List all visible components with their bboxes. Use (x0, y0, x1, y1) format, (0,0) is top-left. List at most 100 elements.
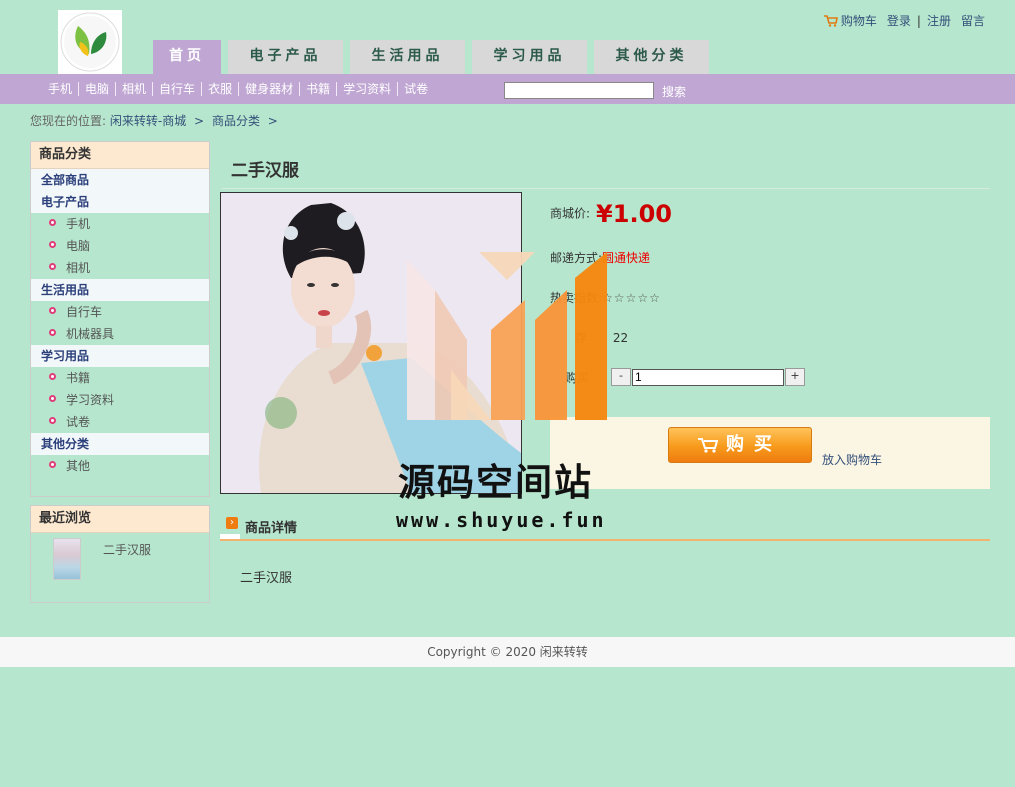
quantity-minus-button[interactable]: - (611, 368, 632, 386)
stock-row: 存 22 (575, 329, 628, 346)
tab-home[interactable]: 首页 (153, 40, 221, 74)
category-link[interactable]: 手机 (42, 82, 80, 96)
arrow-right-icon: › (226, 517, 238, 529)
sidebar-group-daily-goods[interactable]: 生活用品 (31, 279, 209, 301)
hot-row: 热卖指数:☆☆☆☆☆ (550, 289, 661, 306)
sidebar-item-label: 学习资料 (66, 393, 115, 407)
detail-title: 商品详情 (245, 521, 298, 536)
sidebar-item-label: 试卷 (66, 415, 91, 429)
breadcrumb: 您现在的位置: 闲来转转-商城 > 商品分类 > (30, 112, 282, 129)
quantity-label: 购买 (565, 370, 590, 385)
category-bar: 手机 电脑 相机 自行车 衣服 健身器材 书籍 学习资料 试卷 搜索 (0, 74, 1015, 104)
breadcrumb-link-home[interactable]: 闲来转转-商城 (110, 114, 186, 128)
top-links: 购物车 登录 | 注册 留言 (823, 12, 985, 29)
shipping-row: 邮递方式:圆通快递 (550, 249, 650, 266)
login-link[interactable]: 登录 (887, 12, 911, 29)
shipping-label: 邮递方式: (550, 251, 603, 265)
tab-daily-goods[interactable]: 生活用品 (350, 40, 465, 74)
search-button[interactable]: 搜索 (662, 83, 686, 100)
bullet-icon (49, 417, 56, 424)
stock-label: 存 (575, 331, 588, 345)
tab-other[interactable]: 其他分类 (594, 40, 709, 74)
bullet-icon (49, 461, 56, 468)
sidebar-item[interactable]: 相机 (31, 257, 209, 279)
sidebar-item-label: 电脑 (66, 239, 91, 253)
search-input[interactable] (504, 82, 654, 99)
quantity-plus-button[interactable]: + (785, 368, 806, 386)
message-link[interactable]: 留言 (961, 12, 985, 29)
category-sidebar: 商品分类 全部商品 电子产品 手机 电脑 相机 生活用品 自行车 机械器具 学习… (30, 141, 210, 497)
cart-icon (823, 14, 838, 27)
category-link[interactable]: 试卷 (398, 82, 434, 96)
sidebar-item[interactable]: 电脑 (31, 235, 209, 257)
sidebar-item[interactable]: 其他 (31, 455, 209, 477)
bullet-icon (49, 373, 56, 380)
buy-box: 购买 放入购物车 (550, 417, 990, 489)
price-label: 商城价: (550, 206, 591, 221)
sidebar-item[interactable]: 试卷 (31, 411, 209, 433)
watermark-title: 源码空间站 (398, 461, 593, 504)
title-divider (222, 188, 990, 189)
quantity-row: 购买 - + (550, 368, 806, 386)
register-link[interactable]: 注册 (927, 12, 951, 29)
bullet-icon (49, 241, 56, 248)
sidebar-group-other[interactable]: 其他分类 (31, 433, 209, 455)
buy-button[interactable]: 购买 (668, 427, 812, 463)
price-row: 商城价: ¥1.00 (550, 200, 672, 228)
sidebar-all-products[interactable]: 全部商品 (31, 169, 209, 191)
quantity-input[interactable] (632, 368, 785, 386)
sidebar-item[interactable]: 学习资料 (31, 389, 209, 411)
product-price: ¥1.00 (596, 200, 672, 228)
hot-label: 热卖指数: (550, 291, 603, 305)
footer: Copyright © 2020 闲来转转 (0, 637, 1015, 667)
link-separator: | (916, 13, 921, 28)
product-title: 二手汉服 (231, 161, 299, 181)
category-link[interactable]: 电脑 (79, 82, 117, 96)
sidebar-item[interactable]: 手机 (31, 213, 209, 235)
category-link[interactable]: 相机 (116, 82, 154, 96)
sidebar-group-electronics[interactable]: 电子产品 (31, 191, 209, 213)
bullet-icon (49, 395, 56, 402)
category-link[interactable]: 学习资料 (337, 82, 399, 96)
detail-header: › 商品详情 (220, 514, 990, 542)
breadcrumb-link-category[interactable]: 商品分类 (212, 114, 260, 128)
breadcrumb-prefix: 您现在的位置: (30, 114, 107, 128)
add-to-cart-link[interactable]: 放入购物车 (822, 451, 882, 468)
recent-sidebar-title: 最近浏览 (31, 506, 209, 533)
category-links: 手机 电脑 相机 自行车 衣服 健身器材 书籍 学习资料 试卷 (42, 74, 434, 104)
detail-text: 二手汉服 (240, 571, 293, 586)
site-logo[interactable] (58, 10, 122, 74)
sidebar-item[interactable]: 书籍 (31, 367, 209, 389)
shipping-value: 圆通快递 (602, 251, 651, 265)
product-photo (221, 193, 521, 493)
bullet-icon (49, 263, 56, 270)
main-nav: 首页 电子产品 生活用品 学习用品 其他分类 (153, 40, 716, 74)
sidebar-item-label: 手机 (66, 217, 91, 231)
recent-item-thumbnail[interactable] (53, 538, 81, 580)
sidebar-item[interactable]: 机械器具 (31, 323, 209, 345)
sidebar-group-study-goods[interactable]: 学习用品 (31, 345, 209, 367)
tab-study-goods[interactable]: 学习用品 (472, 40, 587, 74)
category-link[interactable]: 自行车 (153, 82, 203, 96)
sidebar-item[interactable]: 自行车 (31, 301, 209, 323)
recent-item-name[interactable]: 二手汉服 (103, 541, 151, 558)
category-link[interactable]: 衣服 (202, 82, 240, 96)
category-link[interactable]: 书籍 (300, 82, 338, 96)
cart-icon (698, 438, 718, 453)
stock-value: 22 (612, 331, 629, 345)
buy-button-label: 购买 (726, 434, 782, 455)
detail-divider (220, 539, 990, 541)
breadcrumb-arrow: > (194, 114, 205, 128)
sidebar-item-label: 相机 (66, 261, 91, 275)
sidebar-item-label: 书籍 (66, 371, 91, 385)
bullet-icon (49, 307, 56, 314)
watermark-url: www.shuyue.fun (396, 508, 607, 532)
bullet-icon (49, 329, 56, 336)
sidebar-item-label: 其他 (66, 459, 91, 473)
tab-electronics[interactable]: 电子产品 (228, 40, 343, 74)
recent-sidebar: 最近浏览 二手汉服 (30, 505, 210, 603)
category-link[interactable]: 健身器材 (239, 82, 301, 96)
product-image (220, 192, 522, 494)
sidebar-item-label: 机械器具 (66, 327, 115, 341)
cart-link[interactable]: 购物车 (841, 12, 877, 29)
